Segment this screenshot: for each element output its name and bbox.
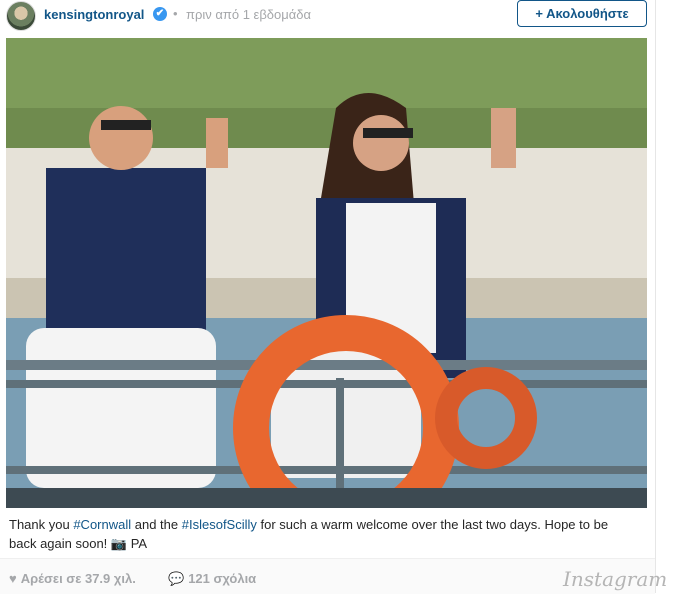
separator-dot: •	[173, 6, 178, 21]
likes-count[interactable]: ♥ Αρέσει σε 37.9 χιλ.	[9, 571, 136, 586]
likes-label: Αρέσει σε 37.9 χιλ.	[20, 571, 136, 586]
comments-label: 121 σχόλια	[188, 571, 257, 586]
photo-illustration	[6, 38, 647, 508]
instagram-post: kensingtonroyal ✔ • πριν από 1 εβδομάδα …	[0, 0, 667, 594]
username-link[interactable]: kensingtonroyal	[44, 7, 144, 22]
camera-icon: 📷	[110, 536, 128, 551]
comment-icon[interactable]: 💬	[168, 571, 184, 587]
instagram-logo[interactable]: Instagram	[563, 567, 667, 591]
verified-badge-icon: ✔	[153, 7, 167, 21]
photo-credit: PA	[127, 536, 148, 551]
post-footer: ♥ Αρέσει σε 37.9 χιλ. 💬 121 σχόλια Instagr…	[0, 558, 667, 594]
post-timestamp[interactable]: πριν από 1 εβδομάδα	[186, 7, 311, 22]
follow-button[interactable]: + Ακολουθήστε	[517, 0, 647, 27]
user-avatar[interactable]	[6, 1, 36, 31]
post-header: kensingtonroyal ✔ • πριν από 1 εβδομάδα …	[0, 0, 655, 32]
heart-icon[interactable]: ♥	[9, 571, 17, 586]
hashtag-cornwall-link[interactable]: #Cornwall	[73, 517, 131, 532]
post-caption: Thank you #Cornwall and the #IslesofScil…	[9, 515, 639, 553]
caption-text: Thank you	[9, 517, 74, 532]
caption-text: and the	[131, 517, 182, 532]
post-photo[interactable]	[6, 38, 647, 508]
hashtag-islesofscilly-link[interactable]: #IslesofScilly	[182, 517, 257, 532]
comments-count[interactable]: 💬 121 σχόλια	[168, 571, 256, 587]
